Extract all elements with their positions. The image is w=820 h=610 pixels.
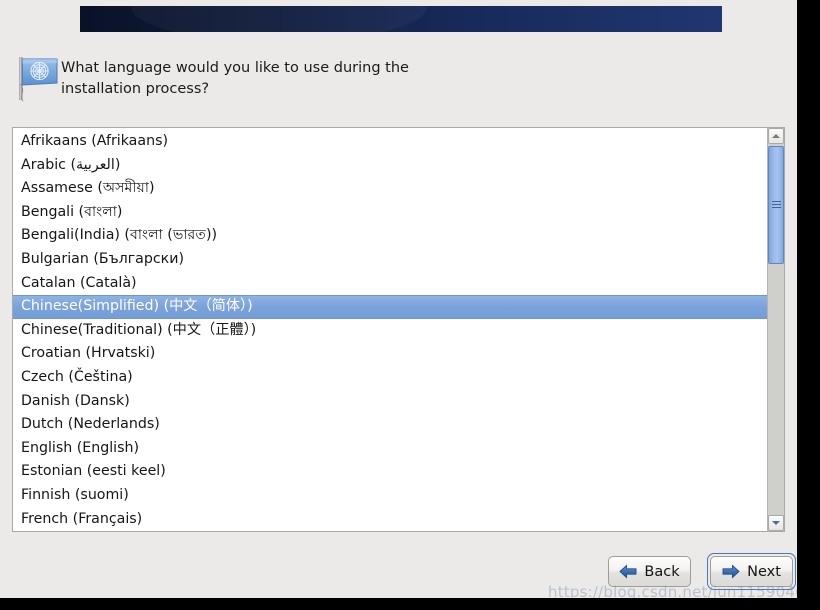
un-flag-icon [15, 54, 61, 102]
installer-window: What language would you like to use duri… [0, 0, 797, 598]
list-item[interactable]: Chinese(Simplified) (中文（简体）) [13, 295, 767, 319]
chevron-up-icon [772, 134, 780, 138]
list-item[interactable]: Assamese (অসমীয়া) [13, 177, 767, 201]
list-item[interactable]: Finnish (suomi) [13, 484, 767, 508]
scrollbar-down-button[interactable] [768, 515, 784, 531]
next-button-label: Next [747, 563, 781, 580]
back-button[interactable]: Back [608, 556, 691, 587]
back-button-label: Back [644, 563, 680, 580]
list-item[interactable]: Estonian (eesti keel) [13, 460, 767, 484]
prompt-row: What language would you like to use duri… [14, 52, 774, 108]
installer-banner [80, 6, 722, 32]
list-item[interactable]: Chinese(Traditional) (中文（正體）) [13, 319, 767, 343]
list-item[interactable]: Dutch (Nederlands) [13, 413, 767, 437]
scrollbar-up-button[interactable] [768, 128, 784, 144]
language-list[interactable]: Afrikaans (Afrikaans) Arabic (العربية) Ass… [12, 127, 785, 532]
list-item[interactable]: Bulgarian (Български) [13, 248, 767, 272]
list-item[interactable]: English (English) [13, 437, 767, 461]
list-item[interactable]: Catalan (Català) [13, 272, 767, 296]
button-row: Back Next [0, 553, 796, 593]
scrollbar-thumb[interactable] [768, 146, 784, 264]
chevron-down-icon [772, 521, 780, 525]
language-list-items: Afrikaans (Afrikaans) Arabic (العربية) Ass… [13, 130, 767, 531]
list-item[interactable]: Afrikaans (Afrikaans) [13, 130, 767, 154]
arrow-left-icon [619, 564, 637, 579]
list-item[interactable]: Czech (Čeština) [13, 366, 767, 390]
scrollbar-track[interactable] [768, 144, 784, 515]
list-item[interactable]: Croatian (Hrvatski) [13, 342, 767, 366]
language-list-scrollbar[interactable] [767, 128, 784, 531]
list-item[interactable]: Bengali(India) (বাংলা (ভারত)) [13, 224, 767, 248]
next-button[interactable]: Next [710, 556, 793, 587]
list-item[interactable]: French (Français) [13, 508, 767, 532]
arrow-right-icon [722, 564, 740, 579]
list-item[interactable]: Bengali (বাংলা) [13, 201, 767, 225]
language-list-viewport[interactable]: Afrikaans (Afrikaans) Arabic (العربية) Ass… [13, 128, 767, 531]
list-item[interactable]: Arabic (العربية) [13, 154, 767, 178]
scrollbar-grip-icon [772, 201, 781, 210]
prompt-text: What language would you like to use duri… [61, 60, 409, 97]
list-item[interactable]: Danish (Dansk) [13, 390, 767, 414]
